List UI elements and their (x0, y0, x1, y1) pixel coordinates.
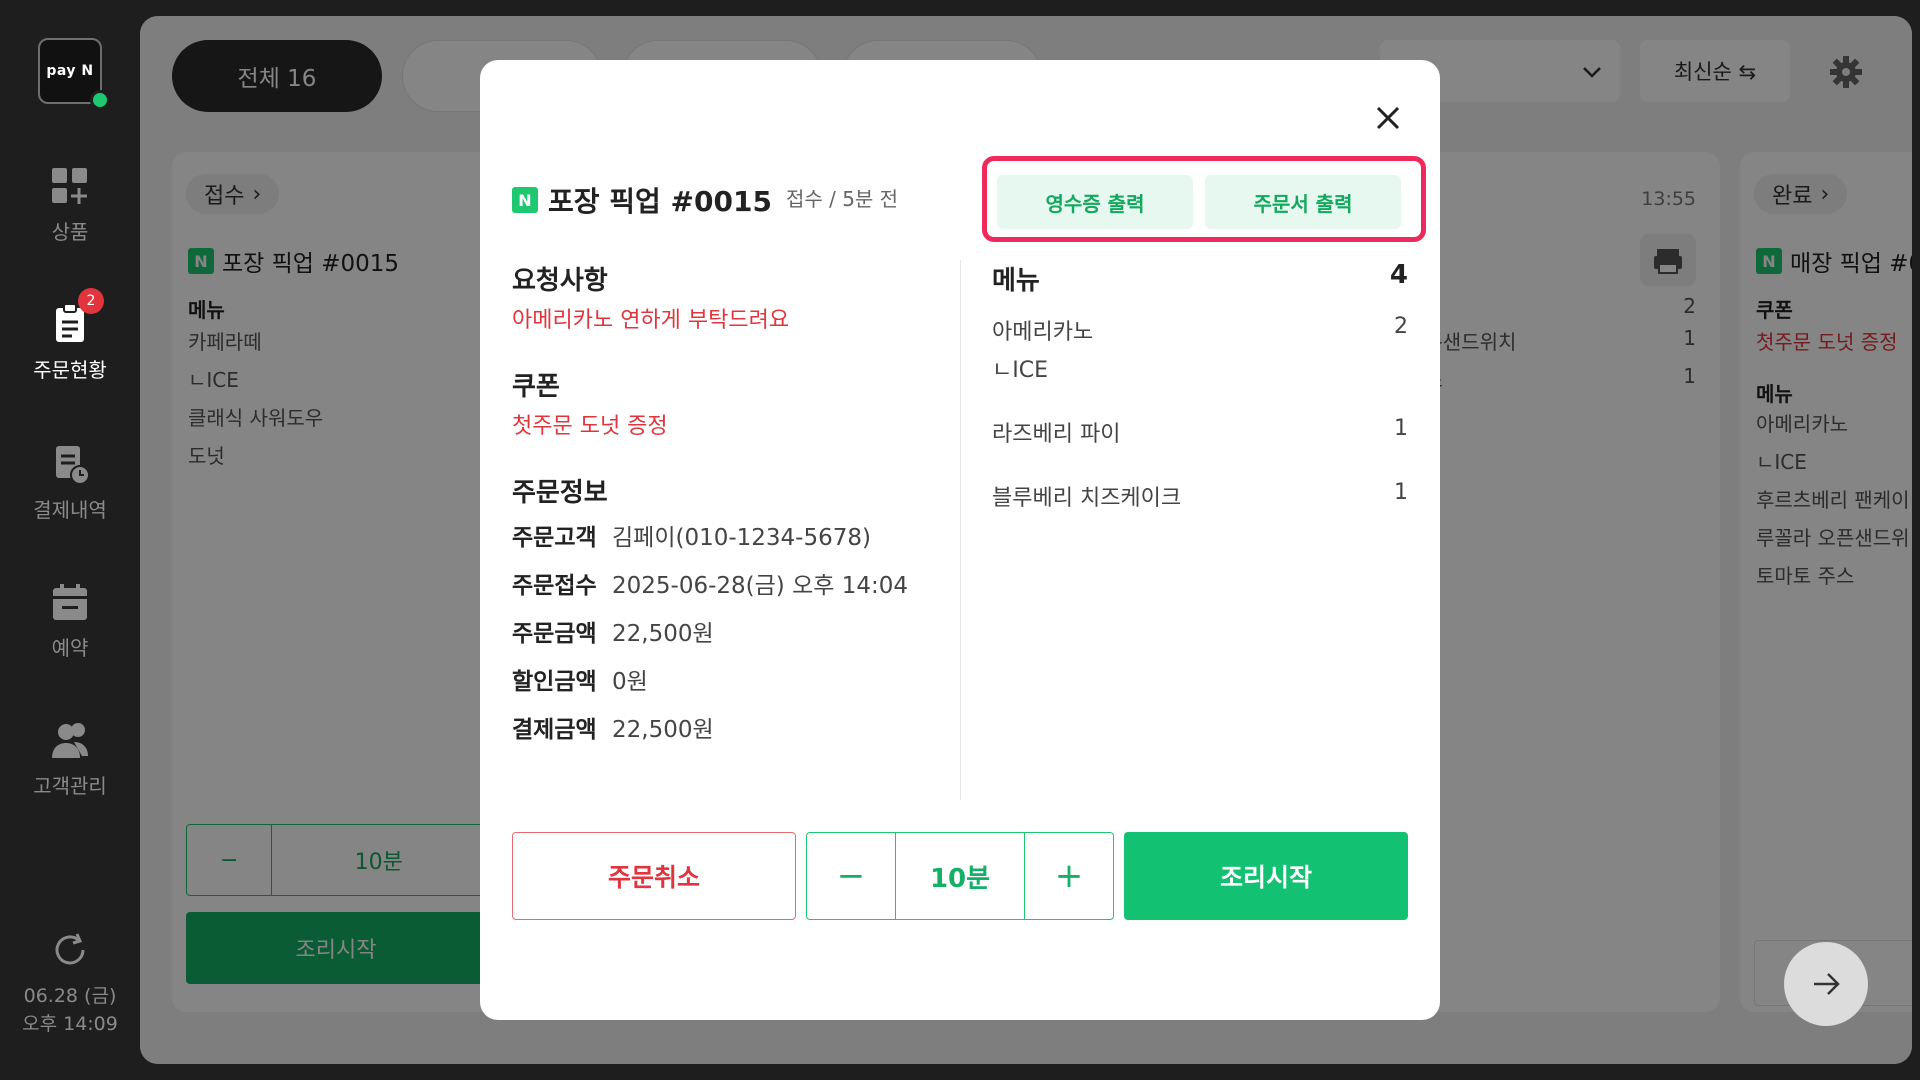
current-time: 오후 14:09 (22, 1013, 118, 1035)
sidebar: pay N 상품 2 주문현황 결제내역 예약 고객관리 06.28 (금) 오… (0, 0, 140, 1080)
sidebar-item-reservations[interactable]: 예약 (0, 580, 140, 661)
menu-item-qty: 1 (1394, 416, 1408, 441)
info-value: 2025-06-28(금) 오후 14:04 (612, 573, 908, 599)
next-page-button[interactable] (1784, 942, 1868, 1026)
order-info-row: 할인금액 0원 (512, 662, 648, 696)
current-datetime: 06.28 (금) 오후 14:09 (0, 982, 140, 1038)
order-title: N 포장 픽업 #0015 (512, 180, 772, 220)
print-receipt-button[interactable]: 영수증 출력 (997, 175, 1193, 229)
sidebar-item-products[interactable]: 상품 (0, 164, 140, 245)
logo-text: pay N (46, 63, 94, 79)
menu-item-name: 아메리카노 (992, 320, 1094, 345)
sidebar-item-label: 결제내역 (33, 498, 107, 522)
order-info-row: 결제금액 22,500원 (512, 710, 714, 744)
arrow-right-icon (1814, 973, 1840, 995)
menu-item: 블루베리 치즈케이크 1 (992, 480, 1408, 512)
device-frame: pay N 상품 2 주문현황 결제내역 예약 고객관리 06.28 (금) 오… (0, 0, 1920, 1080)
order-info-title: 주문정보 (512, 478, 608, 508)
info-value: 22,500원 (612, 621, 714, 647)
menu-item-name: ㄴICE (992, 358, 1048, 383)
column-divider (960, 260, 961, 800)
sidebar-item-label: 상품 (51, 220, 89, 244)
menu-item-option: ㄴICE (992, 352, 1408, 384)
info-key: 주문고객 (512, 525, 597, 551)
sidebar-item-payments[interactable]: 결제내역 (0, 442, 140, 523)
info-key: 결제금액 (512, 717, 597, 743)
menu-title: 메뉴 (992, 266, 1040, 296)
cancel-order-button[interactable]: 주문취소 (512, 832, 796, 920)
menu-header: 메뉴 4 (992, 260, 1408, 297)
users-icon (48, 718, 92, 762)
start-cooking-button[interactable]: 조리시작 (1124, 832, 1408, 920)
info-value: 0원 (612, 669, 648, 695)
menu-item-name: 라즈베리 파이 (992, 422, 1121, 447)
menu-item: 아메리카노 2 (992, 314, 1408, 346)
sidebar-item-customers[interactable]: 고객관리 (0, 718, 140, 799)
sidebar-item-label: 예약 (51, 636, 89, 660)
close-button[interactable] (1366, 96, 1410, 140)
info-value: 김페이(010-1234-5678) (612, 525, 871, 551)
sidebar-item-label: 주문현황 (33, 358, 107, 382)
request-text: 아메리카노 연하게 부탁드려요 (512, 308, 790, 333)
increase-time-button[interactable]: + (1025, 833, 1113, 919)
order-status-subtitle: 접수 / 5분 전 (785, 186, 899, 211)
close-icon (1376, 106, 1400, 130)
cook-time-value: 10분 (895, 833, 1025, 919)
cook-time-stepper: − 10분 + (806, 832, 1114, 920)
grid-add-icon (48, 164, 92, 208)
menu-item-name: 블루베리 치즈케이크 (992, 486, 1182, 511)
naver-badge-icon: N (512, 187, 538, 213)
menu-count: 4 (1389, 260, 1408, 290)
order-info-row: 주문고객 김페이(010-1234-5678) (512, 518, 871, 552)
info-value: 22,500원 (612, 717, 714, 743)
current-date: 06.28 (금) (23, 985, 117, 1007)
sidebar-item-label: 고객관리 (33, 774, 107, 798)
coupon-title: 쿠폰 (512, 372, 560, 402)
print-actions-highlight: 영수증 출력 주문서 출력 (982, 156, 1426, 242)
info-key: 주문금액 (512, 621, 597, 647)
order-title-text: 포장 픽업 #0015 (548, 185, 772, 218)
info-key: 할인금액 (512, 669, 597, 695)
orders-count-badge: 2 (78, 288, 104, 314)
order-detail-modal: N 포장 픽업 #0015 접수 / 5분 전 영수증 출력 주문서 출력 요청… (480, 60, 1440, 1020)
info-key: 주문접수 (512, 573, 597, 599)
order-info-row: 주문금액 22,500원 (512, 614, 714, 648)
payment-history-icon (48, 442, 92, 486)
online-status-dot (90, 90, 110, 110)
calendar-icon (48, 580, 92, 624)
sidebar-item-orders[interactable]: 2 주문현황 (0, 288, 140, 383)
request-title: 요청사항 (512, 266, 608, 296)
menu-item-qty: 1 (1394, 480, 1408, 505)
menu-item-qty: 2 (1394, 314, 1408, 339)
order-info-row: 주문접수 2025-06-28(금) 오후 14:04 (512, 566, 908, 600)
decrease-time-button[interactable]: − (807, 833, 895, 919)
coupon-text: 첫주문 도넛 증정 (512, 414, 668, 439)
refresh-icon[interactable] (50, 930, 90, 970)
menu-item: 라즈베리 파이 1 (992, 416, 1408, 448)
order-document-icon: 2 (48, 288, 104, 346)
modal-header: N 포장 픽업 #0015 접수 / 5분 전 (512, 180, 898, 220)
app-logo: pay N (38, 38, 110, 110)
print-order-button[interactable]: 주문서 출력 (1205, 175, 1401, 229)
